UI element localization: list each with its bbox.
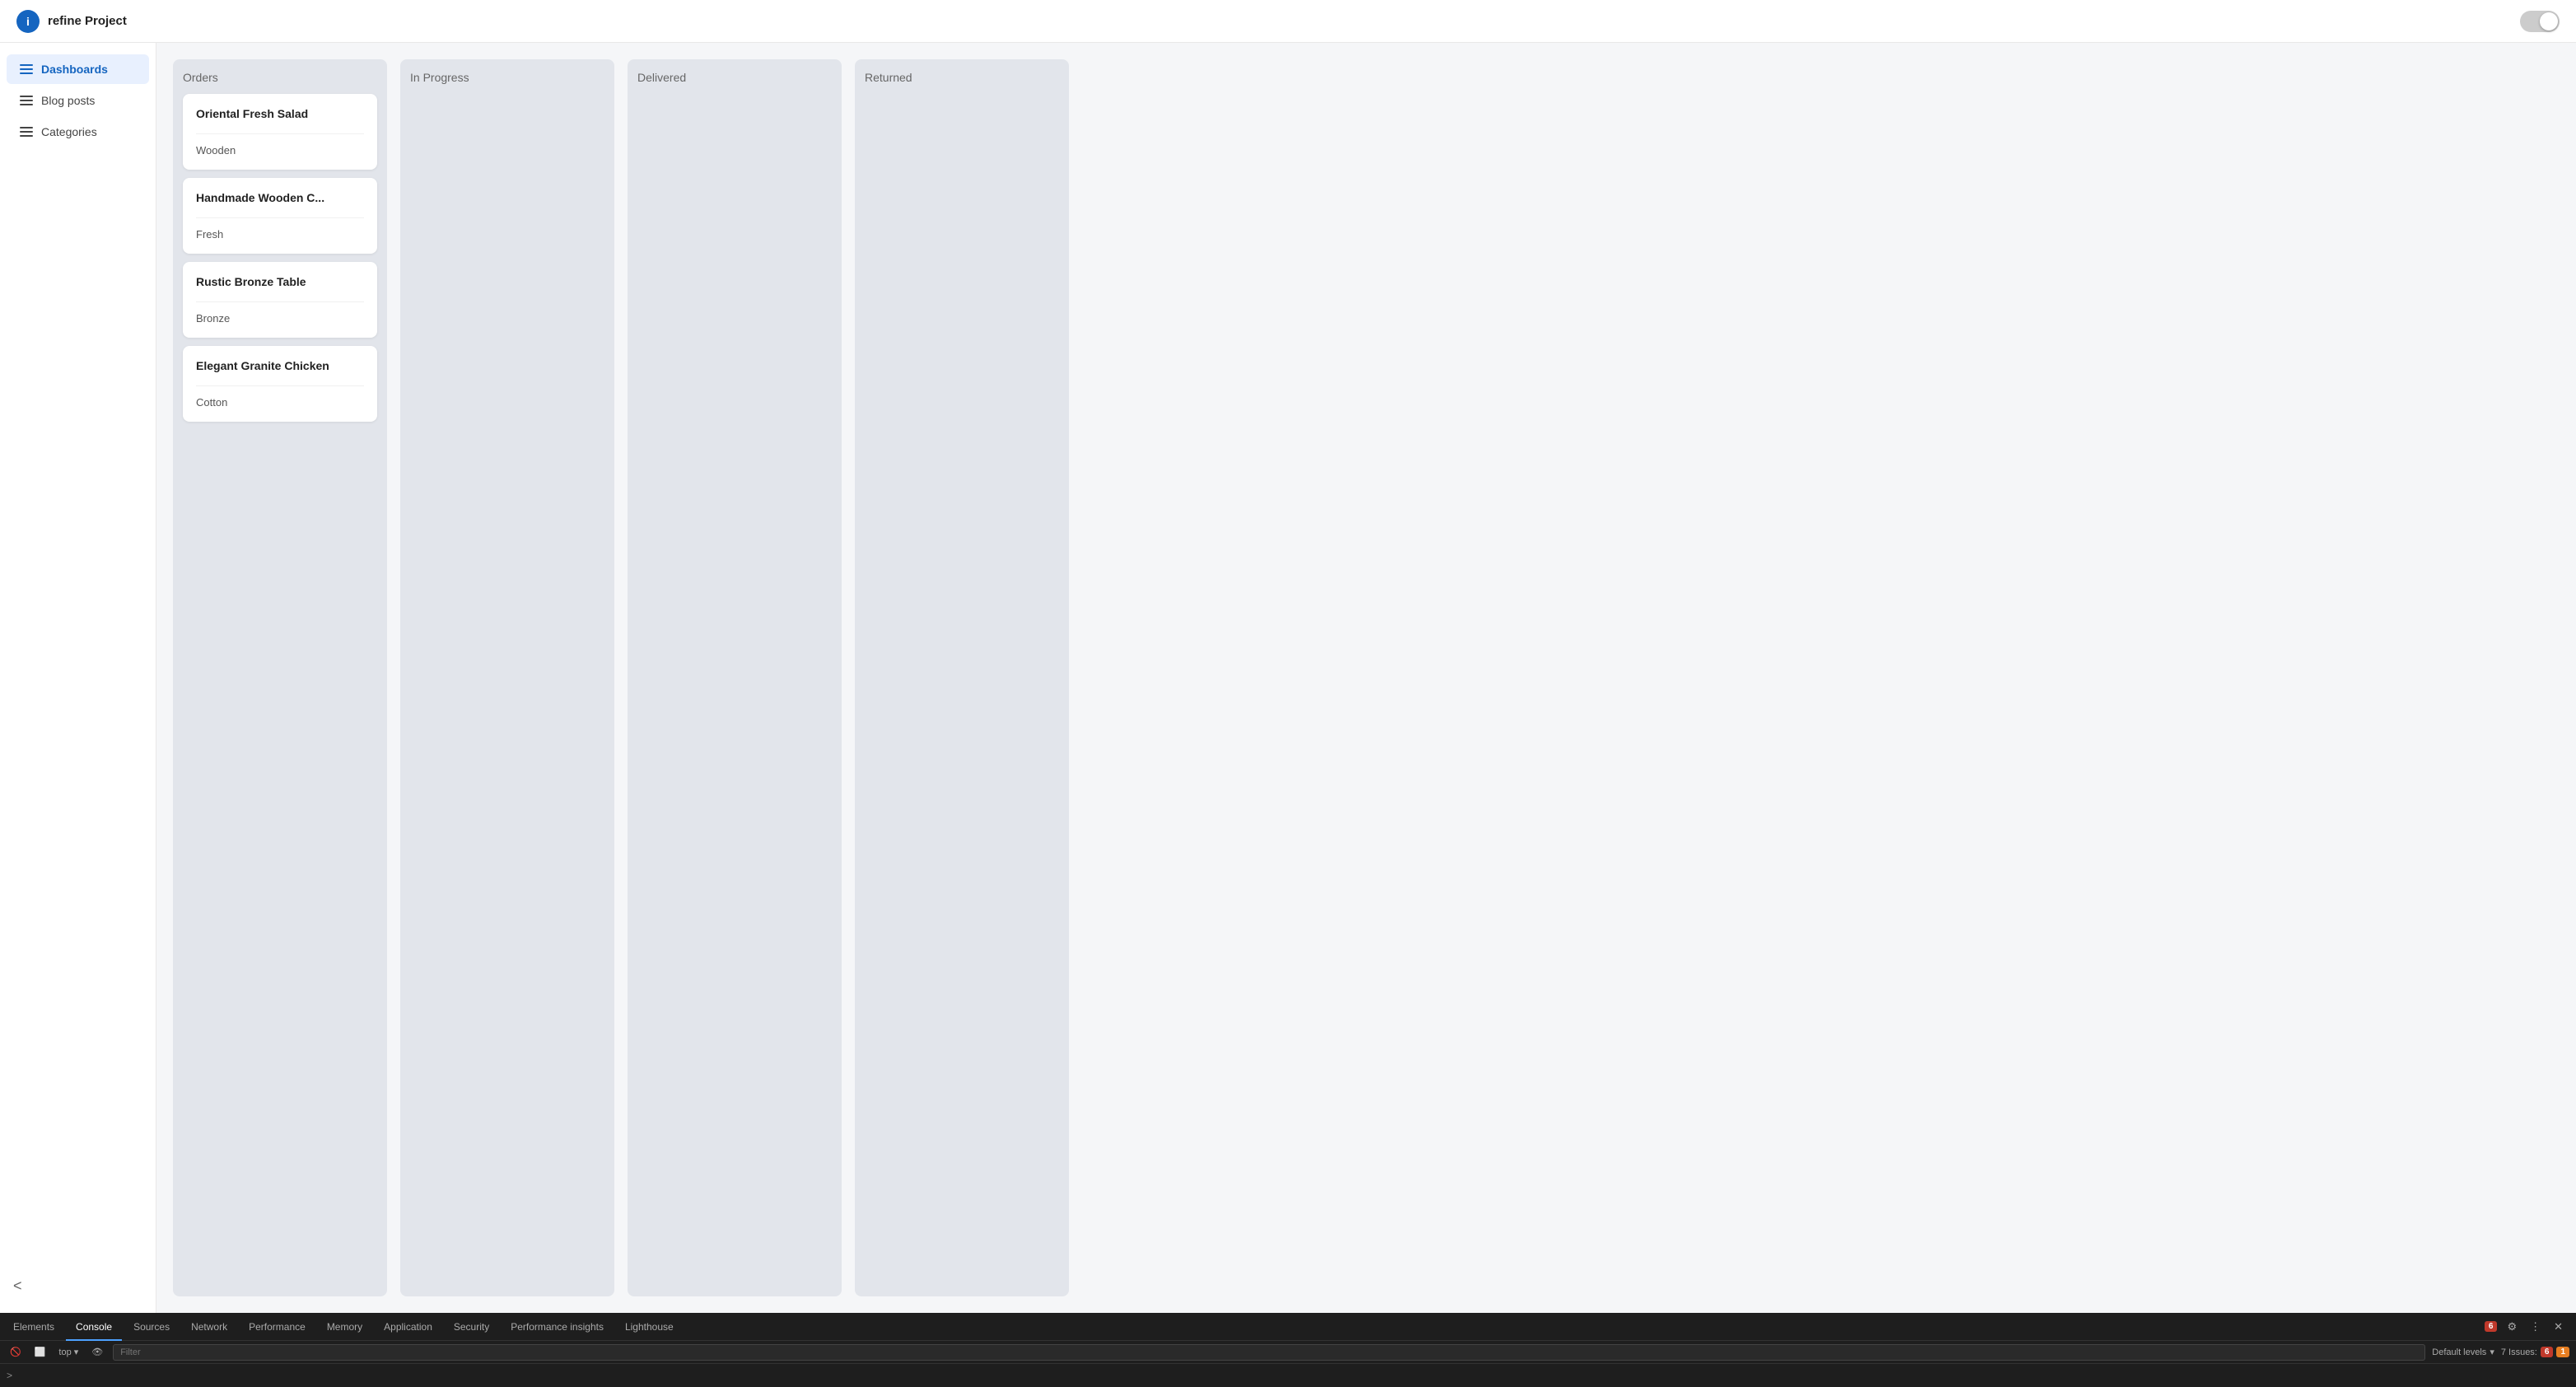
kanban-card[interactable]: Oriental Fresh Salad Wooden [183,94,377,170]
devtools-panel: ElementsConsoleSourcesNetworkPerformance… [0,1313,2576,1387]
kanban-card-title: Handmade Wooden C... [196,191,364,204]
brand-title: refine Project [48,14,127,28]
sidebar-collapse-button[interactable]: < [0,1269,156,1303]
kanban-column-returned: Returned [855,59,1069,1296]
sidebar-item-dashboards[interactable]: Dashboards [7,54,149,84]
devtools-tab-console[interactable]: Console [66,1313,122,1341]
devtools-console-input[interactable] [16,1370,2569,1381]
kanban-card[interactable]: Rustic Bronze Table Bronze [183,262,377,338]
kanban-card-divider [196,133,364,134]
menu-icon [20,64,33,74]
theme-toggle[interactable] [2520,11,2560,32]
kanban-card-title: Elegant Granite Chicken [196,359,364,372]
kanban-card-divider [196,217,364,218]
devtools-issues-warning-badge: 1 [2556,1347,2569,1357]
devtools-top-selector[interactable]: top ▾ [55,1345,82,1359]
devtools-close-icon[interactable]: ✕ [2550,1319,2566,1335]
kanban-card-title: Oriental Fresh Salad [196,107,364,120]
sidebar-item-blog-posts[interactable]: Blog posts [7,86,149,115]
devtools-levels[interactable]: Default levels ▾ [2432,1347,2494,1357]
menu-icon [20,96,33,105]
menu-icon [20,127,33,137]
kanban-column-orders: Orders Oriental Fresh Salad Wooden Handm… [173,59,387,1296]
sidebar-item-label: Blog posts [41,94,95,107]
devtools-tab-application[interactable]: Application [374,1313,442,1341]
kanban-card-subtitle: Fresh [196,228,364,241]
devtools-tab-security[interactable]: Security [444,1313,499,1341]
devtools-filter-input[interactable] [113,1344,2425,1361]
topbar-left: i refine Project [16,10,127,33]
brand-icon: i [16,10,40,33]
kanban-column-title-returned: Returned [865,71,1059,84]
kanban-card-divider [196,301,364,302]
sidebar: Dashboards Blog posts Categories < [0,43,156,1313]
devtools-more-icon[interactable]: ⋮ [2527,1319,2544,1335]
devtools-issues: 7 Issues: 6 1 [2501,1347,2569,1357]
devtools-tab-lighthouse[interactable]: Lighthouse [615,1313,684,1341]
devtools-error-badge: 6 [2485,1321,2498,1332]
devtools-tab-elements[interactable]: Elements [3,1313,64,1341]
kanban-column-title-delivered: Delivered [637,71,832,84]
devtools-inspect-icon[interactable]: ⬜ [31,1345,49,1359]
topbar: i refine Project [0,0,2576,43]
kanban-column-title-orders: Orders [183,71,377,84]
kanban-card[interactable]: Handmade Wooden C... Fresh [183,178,377,254]
sidebar-item-categories[interactable]: Categories [7,117,149,147]
kanban-column-delivered: Delivered [628,59,842,1296]
devtools-tab-performance-insights[interactable]: Performance insights [501,1313,614,1341]
devtools-tabs: ElementsConsoleSourcesNetworkPerformance… [0,1313,2576,1341]
devtools-settings-icon[interactable]: ⚙ [2504,1319,2520,1335]
kanban-board: Orders Oriental Fresh Salad Wooden Handm… [156,43,2576,1313]
devtools-tab-sources[interactable]: Sources [124,1313,180,1341]
kanban-column-in-progress: In Progress [400,59,614,1296]
sidebar-items: Dashboards Blog posts Categories [0,53,156,148]
devtools-eye-icon[interactable]: 👁 [88,1345,106,1359]
devtools-input-row: > [0,1364,2576,1387]
kanban-card[interactable]: Elegant Granite Chicken Cotton [183,346,377,422]
kanban-card-title: Rustic Bronze Table [196,275,364,288]
devtools-issues-error-badge: 6 [2541,1347,2554,1357]
devtools-tab-memory[interactable]: Memory [317,1313,372,1341]
devtools-tab-performance[interactable]: Performance [239,1313,315,1341]
sidebar-item-label: Dashboards [41,63,108,76]
kanban-card-subtitle: Bronze [196,312,364,325]
kanban-card-subtitle: Wooden [196,144,364,156]
devtools-icons: 6 ⚙ ⋮ ✕ [2485,1319,2573,1335]
devtools-toolbar: 🚫 ⬜ top ▾ 👁 Default levels ▾ 7 Issues: 6… [0,1341,2576,1364]
devtools-tab-network[interactable]: Network [181,1313,237,1341]
kanban-card-subtitle: Cotton [196,396,364,409]
kanban-column-title-in-progress: In Progress [410,71,604,84]
sidebar-item-label: Categories [41,125,97,138]
devtools-block-icon[interactable]: 🚫 [7,1345,25,1359]
devtools-prompt: > [7,1370,12,1381]
devtools-console: 🚫 ⬜ top ▾ 👁 Default levels ▾ 7 Issues: 6… [0,1341,2576,1387]
main-layout: Dashboards Blog posts Categories < Order… [0,43,2576,1313]
kanban-card-divider [196,385,364,386]
